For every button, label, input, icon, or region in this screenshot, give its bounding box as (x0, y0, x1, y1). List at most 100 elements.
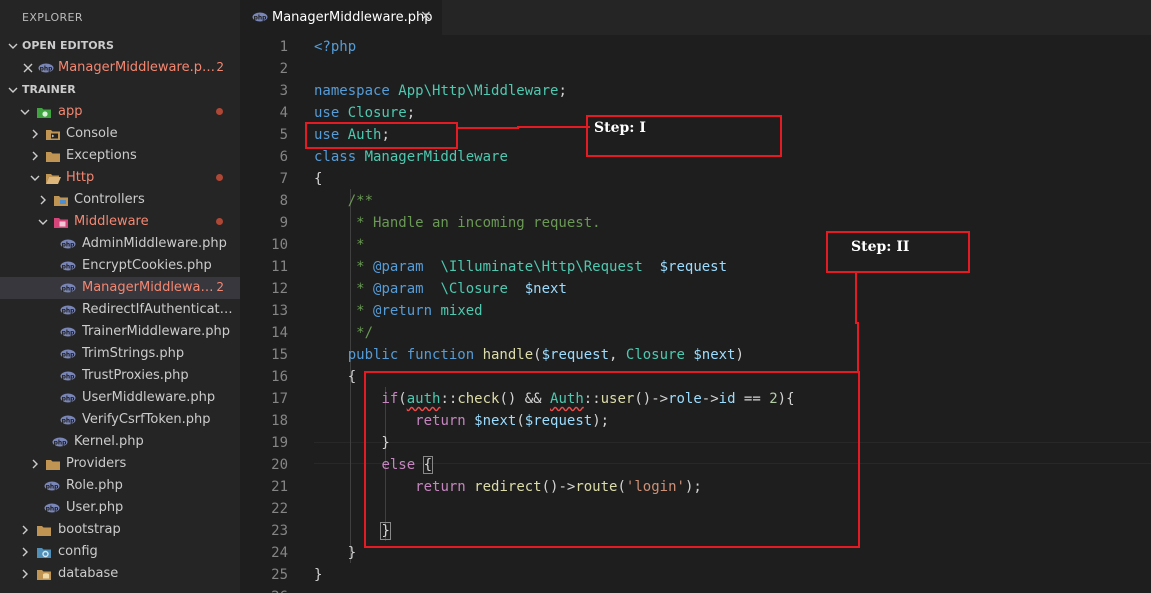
line-number: 10 (271, 237, 288, 253)
tree-file-adminmiddleware[interactable]: php AdminMiddleware.php (0, 233, 240, 255)
line-number: 20 (271, 457, 288, 473)
tree-folder-console[interactable]: Console (0, 123, 240, 145)
php-file-icon: php (60, 283, 76, 293)
tab-close-icon[interactable]: × (420, 8, 432, 24)
trainer-folder-header[interactable]: TRAINER (0, 79, 240, 101)
code-token: use (314, 105, 348, 121)
chevron-down-icon (20, 109, 30, 115)
code-line: * @param \Closure $next (314, 278, 567, 300)
tree-label: RedirectIfAuthenticated.p... (82, 302, 238, 317)
line-number: 8 (279, 193, 288, 209)
code-token: ( (533, 347, 542, 363)
code-token: \Illuminate\Http\Request (440, 259, 643, 275)
code-token: /** (314, 193, 374, 209)
line-number: 1 (279, 39, 288, 55)
line-number: 23 (271, 523, 288, 539)
app-folder-icon (37, 108, 51, 118)
code-token: { (314, 171, 323, 187)
tree-label: Console (66, 126, 118, 141)
code-token: handle (482, 347, 534, 363)
code-line: namespace App\Http\Middleware; (314, 80, 567, 102)
trainer-folder-label: TRAINER (22, 83, 76, 96)
php-file-icon: php (60, 371, 76, 381)
code-line: public function handle($request, Closure… (314, 344, 744, 366)
code-token: ; (406, 105, 416, 121)
line-number: 9 (279, 215, 288, 231)
line-number: 13 (271, 303, 288, 319)
tree-file-verifycsrftoken[interactable]: php VerifyCsrfToken.php (0, 409, 240, 431)
svg-text:php: php (62, 396, 76, 403)
tree-folder-database[interactable]: database (0, 563, 240, 585)
code-line: class ManagerMiddleware (314, 146, 508, 168)
code-token: $request (541, 347, 610, 363)
open-editors-header[interactable]: OPEN EDITORS (0, 35, 240, 57)
tree-file-redirectifauthenticated[interactable]: php RedirectIfAuthenticated.p... (0, 299, 240, 321)
line-number: 19 (271, 435, 288, 451)
tree-file-trimstrings[interactable]: php TrimStrings.php (0, 343, 240, 365)
tree-file-encryptcookies[interactable]: php EncryptCookies.php (0, 255, 240, 277)
tree-folder-app[interactable]: app (0, 101, 240, 123)
line-number: 16 (271, 369, 288, 385)
explorer-title: EXPLORER (22, 11, 83, 24)
open-editors-label: OPEN EDITORS (22, 39, 114, 52)
svg-text:php: php (62, 374, 76, 381)
code-token: $request (659, 259, 728, 275)
line-number: 18 (271, 413, 288, 429)
code-token: { (314, 369, 357, 385)
line-number: 21 (271, 479, 288, 495)
tree-folder-http[interactable]: Http (0, 167, 240, 189)
tree-folder-bootstrap[interactable]: bootstrap (0, 519, 240, 541)
folder-open-icon (46, 174, 61, 184)
code-token: * (314, 237, 365, 253)
php-file-icon: php (44, 503, 60, 513)
line-number: 7 (279, 171, 288, 187)
svg-text:php: php (54, 440, 68, 447)
folder-icon (46, 460, 60, 470)
tree-label: Exceptions (66, 148, 137, 163)
close-icon[interactable] (22, 62, 34, 74)
code-token: Closure (347, 105, 407, 121)
tree-file-kernel[interactable]: php Kernel.php (0, 431, 240, 453)
chevron-right-icon (22, 547, 28, 557)
code-line: * @return mixed (314, 300, 483, 322)
code-token: ) (735, 347, 744, 363)
tab-label: ManagerMiddleware.php (272, 10, 433, 25)
console-folder-icon (46, 130, 60, 140)
code-token: class (314, 149, 365, 165)
tab-managermiddleware[interactable]: php ManagerMiddleware.php × (240, 0, 442, 35)
chevron-right-icon (40, 195, 46, 205)
tree-folder-config[interactable]: config (0, 541, 240, 563)
tree-file-usermiddleware[interactable]: php UserMiddleware.php (0, 387, 240, 409)
tree-label: Middleware (74, 214, 149, 229)
tree-file-trainermiddleware[interactable]: php TrainerMiddleware.php (0, 321, 240, 343)
chevron-right-icon (22, 569, 28, 579)
code-token: $next (524, 281, 567, 297)
tree-file-trustproxies[interactable]: php TrustProxies.php (0, 365, 240, 387)
code-token: namespace (314, 83, 399, 99)
open-editor-item[interactable]: php ManagerMiddleware.php... 2 (0, 57, 240, 79)
tree-label: EncryptCookies.php (82, 258, 212, 273)
tree-label: Role.php (66, 478, 123, 493)
tree-label: database (58, 566, 119, 581)
modified-dot (216, 174, 223, 181)
tree-folder-providers[interactable]: Providers (0, 453, 240, 475)
code-token: @return (373, 303, 433, 319)
tree-folder-exceptions[interactable]: Exceptions (0, 145, 240, 167)
tree-label: AdminMiddleware.php (82, 236, 227, 251)
code-token: mixed (432, 303, 483, 319)
tree-file-user[interactable]: php User.php (0, 497, 240, 519)
tree-file-managermiddleware[interactable]: php ManagerMiddleware... 2 (0, 277, 240, 299)
annotation-box-handle-body (364, 371, 860, 548)
code-token: ; (558, 83, 567, 99)
code-token: @param (373, 259, 424, 275)
tree-folder-controllers[interactable]: Controllers (0, 189, 240, 211)
tree-label: UserMiddleware.php (82, 390, 216, 405)
chevron-right-icon (22, 525, 28, 535)
tree-folder-middleware[interactable]: Middleware (0, 211, 240, 233)
editor-tab-bar: php ManagerMiddleware.php × (240, 0, 1151, 35)
annotation-label-step2: Step: II (851, 239, 910, 255)
code-line: /** (314, 190, 373, 212)
tree-file-role[interactable]: php Role.php (0, 475, 240, 497)
